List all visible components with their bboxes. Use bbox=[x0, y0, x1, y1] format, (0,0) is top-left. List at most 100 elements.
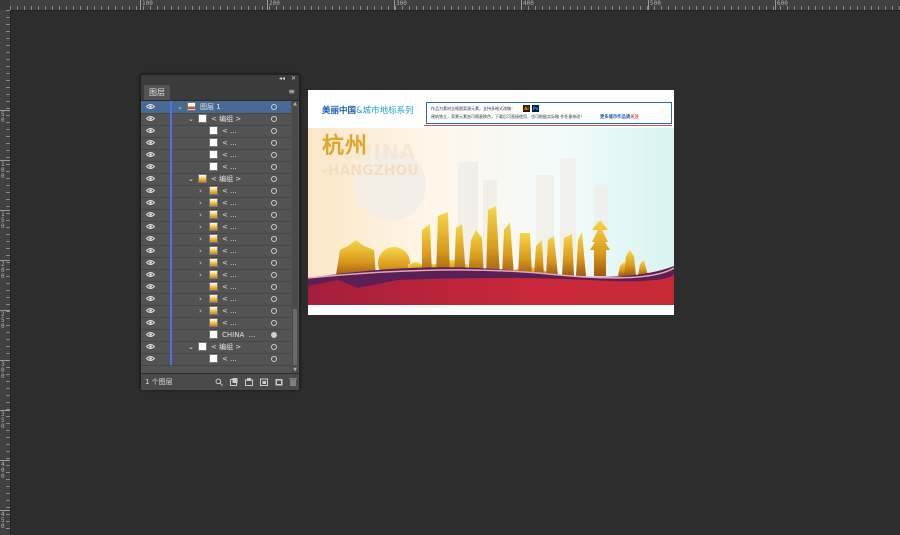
layer-label[interactable]: < ... bbox=[222, 161, 237, 173]
layer-label[interactable]: < ... bbox=[222, 245, 237, 257]
horizontal-ruler[interactable]: 100200300400500600700 bbox=[10, 0, 900, 11]
target-circle-icon[interactable] bbox=[271, 248, 277, 254]
layer-label[interactable]: < ... bbox=[222, 317, 237, 329]
layer-label[interactable]: < ... bbox=[222, 125, 237, 137]
target-circle-icon[interactable] bbox=[271, 200, 277, 206]
visibility-eye-icon[interactable] bbox=[146, 139, 155, 146]
layer-label[interactable]: < 编组 > bbox=[211, 173, 241, 185]
expand-chevron-icon[interactable]: ⌄ bbox=[188, 173, 194, 185]
layer-label[interactable]: < ... bbox=[222, 269, 237, 281]
layer-label[interactable]: < ... bbox=[222, 197, 237, 209]
layer-label[interactable]: < ... bbox=[222, 281, 237, 293]
layer-label[interactable]: < ... bbox=[222, 137, 237, 149]
collapsed-chevron-icon[interactable]: › bbox=[199, 269, 202, 281]
close-panel-icon[interactable]: ✕ bbox=[291, 75, 296, 83]
layer-label[interactable]: < ... bbox=[222, 257, 237, 269]
expand-chevron-icon[interactable]: ⌄ bbox=[177, 101, 183, 113]
collapsed-chevron-icon[interactable]: › bbox=[199, 293, 202, 305]
target-circle-icon[interactable] bbox=[271, 224, 277, 230]
collapsed-chevron-icon[interactable]: › bbox=[199, 257, 202, 269]
collapsed-chevron-icon[interactable]: › bbox=[199, 197, 202, 209]
expand-chevron-icon[interactable]: ⌄ bbox=[188, 113, 194, 125]
target-circle-icon[interactable] bbox=[271, 128, 277, 134]
target-circle-icon[interactable] bbox=[271, 188, 277, 194]
visibility-eye-icon[interactable] bbox=[146, 259, 155, 266]
scrollbar-thumb[interactable] bbox=[293, 309, 297, 365]
layer-list-scrollbar[interactable]: ▲ ▼ bbox=[292, 101, 298, 373]
make-clip-mask-icon[interactable] bbox=[245, 378, 253, 386]
layer-color-bar bbox=[170, 353, 172, 365]
layer-label[interactable]: < 编组 > bbox=[211, 341, 241, 353]
visibility-eye-icon[interactable] bbox=[146, 283, 155, 290]
target-circle-icon[interactable] bbox=[271, 356, 277, 362]
target-circle-icon[interactable] bbox=[271, 344, 277, 350]
expand-chevron-icon[interactable]: ⌄ bbox=[188, 341, 194, 353]
layer-label[interactable]: < ... bbox=[222, 305, 237, 317]
visibility-eye-icon[interactable] bbox=[146, 223, 155, 230]
visibility-eye-icon[interactable] bbox=[146, 235, 155, 242]
collapsed-chevron-icon[interactable]: › bbox=[199, 185, 202, 197]
collapsed-chevron-icon[interactable]: › bbox=[199, 245, 202, 257]
target-circle-icon[interactable] bbox=[271, 332, 277, 338]
visibility-eye-icon[interactable] bbox=[146, 295, 155, 302]
visibility-eye-icon[interactable] bbox=[146, 163, 155, 170]
new-layer-icon[interactable] bbox=[275, 378, 283, 386]
visibility-eye-icon[interactable] bbox=[146, 319, 155, 326]
visibility-eye-icon[interactable] bbox=[146, 103, 155, 110]
target-circle-icon[interactable] bbox=[271, 212, 277, 218]
target-circle-icon[interactable] bbox=[271, 272, 277, 278]
layer-label[interactable]: < ... bbox=[222, 233, 237, 245]
delete-icon[interactable] bbox=[289, 378, 297, 386]
target-circle-icon[interactable] bbox=[271, 284, 277, 290]
visibility-eye-icon[interactable] bbox=[146, 187, 155, 194]
collapsed-chevron-icon[interactable]: › bbox=[199, 221, 202, 233]
target-circle-icon[interactable] bbox=[271, 152, 277, 158]
target-circle-icon[interactable] bbox=[271, 320, 277, 326]
layer-label[interactable]: < ... bbox=[222, 185, 237, 197]
layer-row[interactable]: < ... bbox=[141, 353, 291, 366]
visibility-eye-icon[interactable] bbox=[146, 343, 155, 350]
target-circle-icon[interactable] bbox=[271, 308, 277, 314]
vertical-ruler[interactable]: 50 100 150 200 250 300 350 400 450 bbox=[0, 10, 11, 535]
target-circle-icon[interactable] bbox=[271, 260, 277, 266]
visibility-eye-icon[interactable] bbox=[146, 307, 155, 314]
target-circle-icon[interactable] bbox=[271, 176, 277, 182]
visibility-eye-icon[interactable] bbox=[146, 199, 155, 206]
target-circle-icon[interactable] bbox=[271, 296, 277, 302]
visibility-eye-icon[interactable] bbox=[146, 151, 155, 158]
target-circle-icon[interactable] bbox=[271, 236, 277, 242]
visibility-eye-icon[interactable] bbox=[146, 127, 155, 134]
layer-label[interactable]: < ... bbox=[222, 209, 237, 221]
export-icon[interactable] bbox=[230, 378, 238, 386]
target-circle-icon[interactable] bbox=[271, 104, 277, 110]
layer-label[interactable]: < ... bbox=[222, 221, 237, 233]
visibility-eye-icon[interactable] bbox=[146, 355, 155, 362]
visibility-eye-icon[interactable] bbox=[146, 247, 155, 254]
collapsed-chevron-icon[interactable]: › bbox=[199, 209, 202, 221]
target-circle-icon[interactable] bbox=[271, 116, 277, 122]
layer-label[interactable]: < ... bbox=[222, 149, 237, 161]
scroll-up-icon[interactable]: ▲ bbox=[292, 101, 298, 107]
layer-label[interactable]: < ... bbox=[222, 353, 237, 365]
layer-label[interactable]: < ... bbox=[222, 293, 237, 305]
ruler-tick bbox=[458, 6, 459, 10]
target-circle-icon[interactable] bbox=[271, 164, 277, 170]
search-icon[interactable] bbox=[215, 378, 223, 386]
collapsed-chevron-icon[interactable]: › bbox=[199, 305, 202, 317]
layer-label[interactable]: CHINA ... bbox=[222, 329, 255, 341]
collapse-panel-icon[interactable]: ◂◂ bbox=[279, 75, 285, 83]
visibility-eye-icon[interactable] bbox=[146, 211, 155, 218]
layer-label[interactable]: < 编组 > bbox=[211, 113, 241, 125]
new-sublayer-icon[interactable] bbox=[260, 378, 268, 386]
panel-menu-icon[interactable]: ≡ bbox=[288, 87, 295, 96]
visibility-eye-icon[interactable] bbox=[146, 271, 155, 278]
visibility-eye-icon[interactable] bbox=[146, 331, 155, 338]
visibility-eye-icon[interactable] bbox=[146, 175, 155, 182]
visibility-eye-icon[interactable] bbox=[146, 115, 155, 122]
artboard[interactable]: 美丽中国&城市地标系列 作品为素材全格图案源元素，支持多格式改稿： Ai Ps … bbox=[308, 90, 674, 315]
panel-title-bar[interactable]: ◂◂ ✕ bbox=[141, 75, 299, 83]
target-circle-icon[interactable] bbox=[271, 140, 277, 146]
collapsed-chevron-icon[interactable]: › bbox=[199, 233, 202, 245]
tab-layers[interactable]: 图层 bbox=[144, 85, 170, 100]
layer-label[interactable]: 图层 1 bbox=[200, 101, 221, 113]
